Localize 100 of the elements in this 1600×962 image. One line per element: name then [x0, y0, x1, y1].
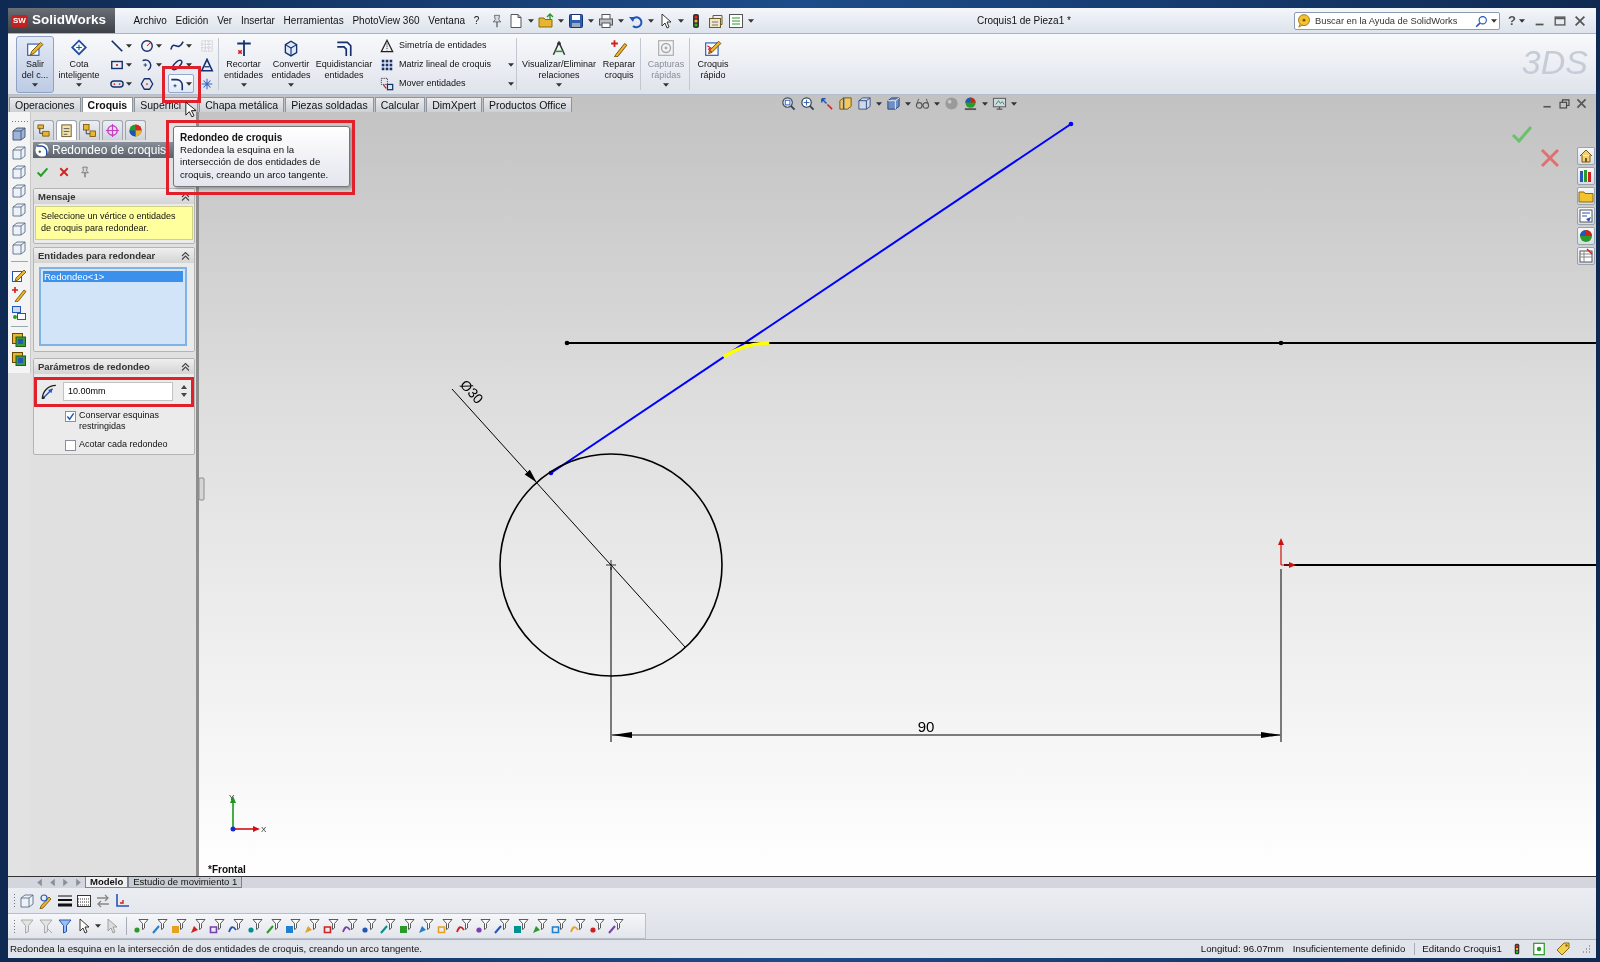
checkbox-label[interactable]: Conservar esquinas restringidas [79, 410, 189, 431]
dot-square-icon[interactable] [1532, 942, 1546, 956]
relations-button[interactable]: Visualizar/Eliminar relaciones [520, 36, 598, 93]
menu-item[interactable]: Ver [212, 14, 237, 27]
caret-icon[interactable] [876, 101, 883, 106]
bottom-tab[interactable]: Modelo [85, 877, 129, 888]
help-search-field[interactable]: Buscar en la Ayuda de SolidWorks [1294, 11, 1501, 30]
caret-icon[interactable] [557, 18, 564, 23]
caret-icon[interactable] [1491, 18, 1498, 23]
caret-icon[interactable] [156, 62, 162, 67]
checkbox-label[interactable]: Acotar cada redondeo [79, 439, 189, 450]
pushpin-icon[interactable] [79, 166, 91, 178]
face-filter-icon[interactable] [399, 918, 415, 934]
view-cube-icon[interactable] [11, 164, 27, 180]
view-cube-icon[interactable] [11, 202, 27, 218]
pushpin-icon[interactable] [489, 13, 504, 28]
menu-item[interactable]: PhotoView 360 [348, 14, 424, 27]
dot-filter-icon[interactable] [361, 918, 377, 934]
view-cube-icon[interactable] [11, 126, 27, 142]
layer-stack-icon[interactable] [11, 351, 27, 367]
caret-icon[interactable] [982, 101, 989, 106]
group-header[interactable]: Parámetros de redondeo [34, 359, 194, 374]
caret-icon[interactable] [186, 81, 192, 86]
edge-filter-icon[interactable] [380, 918, 396, 934]
panel-tab[interactable] [33, 120, 54, 140]
ribbon-tab[interactable]: Calcular [374, 97, 426, 112]
cancel-x-icon[interactable] [58, 166, 70, 178]
tag-icon[interactable] [1555, 941, 1571, 957]
ok-check-icon[interactable] [36, 165, 49, 179]
panel-tab[interactable] [125, 120, 146, 140]
collapse-chevron-icon[interactable] [181, 192, 190, 201]
section-view-icon[interactable] [838, 96, 854, 111]
caret-icon[interactable] [186, 43, 192, 48]
face-filter-icon[interactable] [285, 918, 301, 934]
frame-filter-icon[interactable] [437, 918, 453, 934]
color-ball-icon[interactable] [963, 96, 979, 111]
radius-field[interactable]: 10.00mm [63, 381, 173, 401]
caret-icon[interactable] [1519, 18, 1525, 23]
restore-icon[interactable] [1558, 97, 1571, 110]
caret-icon[interactable] [156, 43, 162, 48]
table-icon[interactable] [1577, 247, 1595, 265]
diameter-dimension-value[interactable]: Ø30 [457, 376, 487, 407]
move-button[interactable]: Mover entidades [380, 74, 514, 93]
triangle-filter-icon[interactable] [418, 918, 434, 934]
face-filter-icon[interactable] [513, 918, 529, 934]
linear-dimension-value[interactable]: 90 [917, 718, 935, 735]
linked-squares-icon[interactable] [11, 305, 27, 321]
ribbon-tab[interactable]: Croquis [81, 97, 134, 112]
collapse-chevron-icon[interactable] [181, 251, 190, 260]
collapse-chevron-icon[interactable] [181, 362, 190, 371]
pencil-plus-icon[interactable] [11, 286, 27, 302]
glasses-icon[interactable] [915, 96, 931, 111]
face-filter-icon[interactable] [171, 918, 187, 934]
caret-icon[interactable] [32, 83, 38, 87]
curve-filter-icon[interactable] [456, 918, 472, 934]
caret-icon[interactable] [747, 18, 754, 23]
close-icon[interactable] [1573, 13, 1587, 28]
printer-icon[interactable] [597, 12, 614, 29]
group-header[interactable]: Entidades para redondear [34, 248, 194, 263]
dot-filter-icon[interactable] [247, 918, 263, 934]
splitter-handle-icon[interactable] [199, 477, 205, 501]
caret-icon[interactable] [288, 83, 294, 87]
toolbar-grip-icon[interactable] [13, 893, 16, 908]
edge-filter-icon[interactable] [494, 918, 510, 934]
panel-tab[interactable] [79, 120, 100, 140]
caret-icon[interactable] [508, 81, 514, 86]
curve-filter-icon[interactable] [228, 918, 244, 934]
caret-icon[interactable] [677, 18, 684, 23]
axis-icon[interactable] [114, 892, 130, 909]
menu-item[interactable]: Archivo [129, 14, 172, 27]
checkbox[interactable] [65, 411, 76, 422]
offset-button[interactable]: Equidistanciar entidades [316, 36, 372, 93]
help-button[interactable]: ? [1508, 12, 1516, 29]
pattern-button[interactable]: Matriz lineal de croquis [380, 55, 514, 74]
exit-sketch-button[interactable]: Salir del c... [16, 36, 54, 93]
dot-filter-icon[interactable] [589, 918, 605, 934]
toolbar-grip-icon[interactable] [13, 918, 16, 934]
shaded-cube-icon[interactable] [886, 96, 902, 111]
caret-icon[interactable] [240, 83, 247, 87]
panel-tab[interactable] [56, 120, 77, 140]
view-cube-icon[interactable] [11, 240, 27, 256]
trim-button[interactable]: Recortar entidades [221, 36, 266, 93]
new-document-icon[interactable] [507, 12, 524, 29]
caret-icon[interactable] [527, 18, 534, 23]
repair-button[interactable]: Reparar croquis [600, 36, 638, 93]
group-header[interactable]: Mensaje [34, 189, 194, 204]
search-icon[interactable] [1475, 14, 1489, 28]
ribbon-tab[interactable]: DimXpert [426, 97, 482, 112]
frame-filter-icon[interactable] [323, 918, 339, 934]
confirm-check-icon[interactable] [1511, 126, 1533, 144]
options-sheet-icon[interactable] [707, 12, 724, 29]
caret-icon[interactable] [126, 81, 132, 86]
ribbon-tab[interactable]: Piezas soldadas [285, 97, 374, 112]
caret-icon[interactable] [556, 83, 562, 87]
caret-icon[interactable] [76, 83, 82, 87]
triangle-filter-icon[interactable] [532, 918, 548, 934]
ribbon-tab[interactable]: Productos Office [482, 97, 573, 112]
bottom-tab[interactable]: Estudio de movimiento 1 [128, 877, 243, 888]
edge-filter-icon[interactable] [152, 918, 168, 934]
folder-icon[interactable] [1577, 187, 1595, 205]
